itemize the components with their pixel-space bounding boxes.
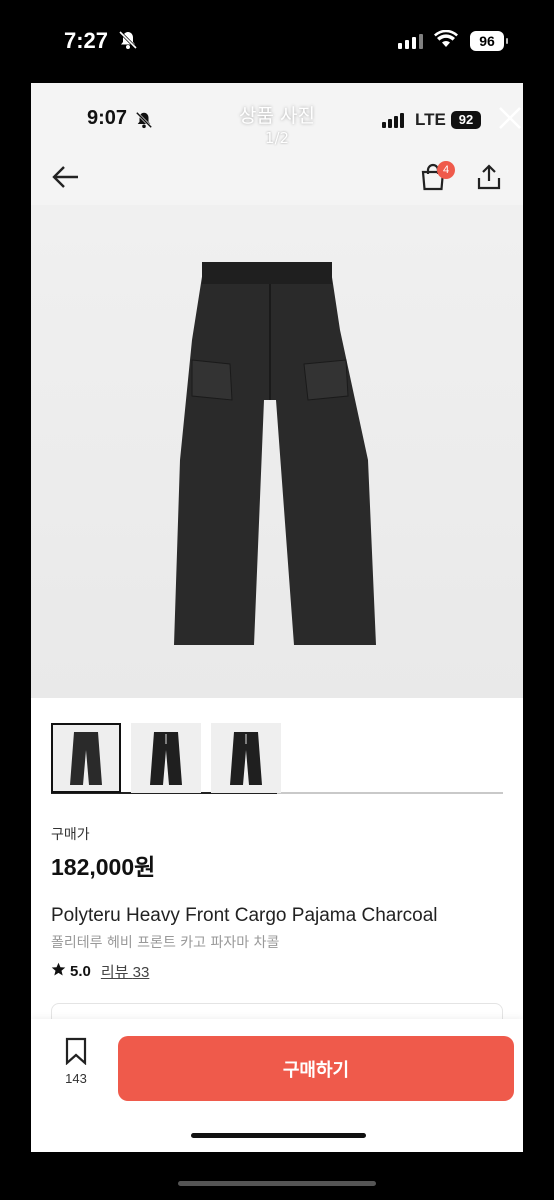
photo-viewer-header: 9:07 상품 사진 1/2 LTE 92 4 bbox=[31, 83, 523, 205]
battery-icon: 96 bbox=[470, 31, 508, 51]
cart-count-badge: 4 bbox=[437, 161, 455, 179]
buy-button[interactable]: 구매하기 bbox=[118, 1036, 514, 1101]
thumbnail-strip bbox=[51, 723, 281, 793]
outer-clock: 7:27 bbox=[64, 28, 109, 53]
rating-score: 5.0 bbox=[70, 963, 91, 980]
bookmark-icon bbox=[65, 1037, 87, 1066]
product-name-korean: 폴리테루 헤비 프론트 카고 파자마 차콜 bbox=[51, 935, 280, 951]
share-icon[interactable] bbox=[475, 163, 503, 195]
review-label: 리뷰 bbox=[100, 964, 129, 981]
thumbnail-3[interactable] bbox=[211, 723, 281, 793]
back-arrow-icon[interactable] bbox=[51, 163, 81, 195]
close-icon[interactable] bbox=[497, 105, 523, 131]
bookmark-count: 143 bbox=[65, 1071, 87, 1086]
bottom-action-bar: 143 구매하기 bbox=[31, 1019, 523, 1152]
product-image bbox=[174, 262, 376, 645]
signal-icon bbox=[398, 34, 423, 49]
thumbnail-1[interactable] bbox=[51, 723, 121, 793]
inner-home-indicator bbox=[191, 1133, 366, 1138]
rating: 5.0 리뷰 33 bbox=[51, 961, 149, 982]
review-link[interactable]: 리뷰 33 bbox=[101, 961, 149, 982]
battery-icon: 92 bbox=[451, 111, 481, 129]
bookmark-button[interactable]: 143 bbox=[61, 1037, 91, 1086]
outer-home-indicator bbox=[178, 1181, 376, 1186]
star-icon bbox=[51, 962, 66, 981]
price: 182,000원 bbox=[51, 854, 156, 880]
wifi-icon bbox=[434, 29, 458, 52]
price-label: 구매가 bbox=[51, 827, 90, 843]
photo-counter: 1/2 bbox=[264, 129, 290, 147]
thumbnail-2[interactable] bbox=[131, 723, 201, 793]
signal-icon bbox=[382, 113, 404, 128]
product-name-english: Polyteru Heavy Front Cargo Pajama Charco… bbox=[51, 905, 438, 926]
network-type: LTE bbox=[415, 110, 446, 129]
app-screen: 9:07 상품 사진 1/2 LTE 92 4 구매가 182,000원 Pol… bbox=[31, 83, 523, 1152]
viewer-title: 상품 사진 bbox=[239, 105, 315, 127]
bell-slash-icon bbox=[118, 30, 138, 54]
outer-status-bar: 7:27 96 bbox=[0, 0, 554, 80]
product-image-carousel[interactable] bbox=[31, 205, 523, 794]
review-count: 33 bbox=[132, 964, 150, 981]
